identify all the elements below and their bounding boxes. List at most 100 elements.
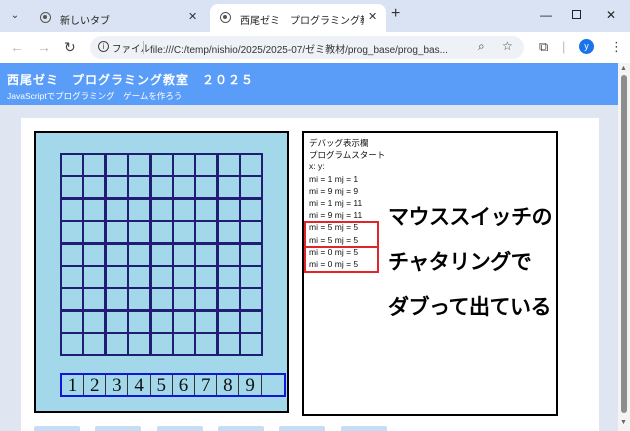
grid-cell[interactable] (149, 332, 174, 357)
grid-cell[interactable] (239, 287, 264, 312)
grid-cell[interactable] (60, 220, 84, 245)
grid-cell[interactable] (127, 332, 152, 357)
grid-cell[interactable] (194, 175, 219, 200)
number-button[interactable]: 4 (129, 375, 151, 396)
maximize-icon[interactable] (572, 10, 581, 19)
grid-cell[interactable] (149, 197, 174, 222)
grid-cell[interactable] (127, 309, 152, 334)
grid-cell[interactable] (82, 153, 107, 177)
grid-cell[interactable] (149, 309, 174, 334)
grid-cell[interactable] (194, 309, 219, 334)
bottom-button[interactable] (95, 426, 141, 431)
grid-cell[interactable] (60, 287, 84, 312)
game-canvas[interactable]: 123456789 (34, 131, 289, 413)
new-tab-button[interactable]: + (391, 5, 400, 23)
grid-cell[interactable] (60, 153, 84, 177)
address-bar[interactable]: i ファイル file:///C:/temp/nishio/2025/2025-… (90, 36, 524, 59)
number-button[interactable]: 7 (195, 375, 218, 396)
grid-cell[interactable] (127, 197, 152, 222)
close-icon[interactable]: ✕ (188, 10, 197, 23)
bottom-button[interactable] (34, 426, 80, 431)
number-button[interactable]: 8 (217, 375, 240, 396)
grid-cell[interactable] (149, 287, 174, 312)
profile-avatar[interactable]: y (579, 39, 594, 54)
scroll-thumb[interactable] (621, 75, 627, 413)
bottom-button[interactable] (279, 426, 325, 431)
grid-cell[interactable] (60, 332, 84, 357)
number-button[interactable]: 6 (173, 375, 195, 396)
grid-cell[interactable] (216, 153, 241, 177)
grid-cell[interactable] (194, 153, 219, 177)
grid-cell[interactable] (216, 332, 241, 357)
grid-cell[interactable] (149, 265, 174, 289)
grid-cell[interactable] (82, 332, 107, 357)
scroll-down-icon[interactable]: ▼ (620, 419, 627, 426)
grid-cell[interactable] (82, 265, 107, 289)
tab-active[interactable]: 西尾ゼミ プログラミング教室 ２ ✕ (210, 4, 386, 32)
close-window-icon[interactable]: ✕ (606, 8, 616, 22)
grid-cell[interactable] (216, 175, 241, 200)
grid-cell[interactable] (172, 332, 196, 357)
grid-cell[interactable] (127, 220, 152, 245)
grid-cell[interactable] (194, 265, 219, 289)
grid-cell[interactable] (172, 242, 196, 267)
grid-cell[interactable] (239, 242, 264, 267)
back-arrow-icon[interactable]: ← (10, 39, 24, 55)
grid-cell[interactable] (127, 287, 152, 312)
grid-cell[interactable] (60, 242, 84, 267)
grid-cell[interactable] (172, 265, 196, 289)
number-button[interactable]: 3 (106, 375, 129, 396)
grid-cell[interactable] (60, 309, 84, 334)
grid-cell[interactable] (216, 220, 241, 245)
reload-icon[interactable]: ↻ (64, 39, 76, 56)
zoom-icon[interactable]: ⌕ (478, 39, 485, 54)
grid-cell[interactable] (216, 197, 241, 222)
tab-search-button[interactable]: ⌄ (5, 6, 25, 26)
grid-cell[interactable] (216, 287, 241, 312)
close-icon[interactable]: ✕ (368, 10, 377, 23)
grid-cell[interactable] (104, 265, 129, 289)
grid-cell[interactable] (104, 153, 129, 177)
grid-cell[interactable] (82, 175, 107, 200)
grid-cell[interactable] (104, 242, 129, 267)
url-text[interactable]: file:///C:/temp/nishio/2025/2025-07/ゼミ教材… (150, 41, 470, 56)
grid-cell[interactable] (216, 265, 241, 289)
grid-cell[interactable] (149, 220, 174, 245)
grid-cell[interactable] (172, 287, 196, 312)
grid-cell[interactable] (239, 309, 264, 334)
bottom-button[interactable] (218, 426, 264, 431)
grid-cell[interactable] (82, 220, 107, 245)
grid-cell[interactable] (239, 197, 264, 222)
grid-cell[interactable] (60, 265, 84, 289)
grid-cell[interactable] (194, 332, 219, 357)
grid-cell[interactable] (194, 220, 219, 245)
grid-cell[interactable] (194, 287, 219, 312)
grid-cell[interactable] (82, 242, 107, 267)
grid-cell[interactable] (172, 197, 196, 222)
grid-cell[interactable] (239, 153, 264, 177)
number-button[interactable]: 9 (240, 375, 262, 396)
grid-cell[interactable] (172, 153, 196, 177)
grid-cell[interactable] (104, 309, 129, 334)
tab-new-tab[interactable]: 新しいタブ ✕ (30, 4, 206, 32)
grid-cell[interactable] (60, 175, 84, 200)
info-icon[interactable]: i (98, 41, 109, 52)
grid-cell[interactable] (104, 197, 129, 222)
grid-cell[interactable] (172, 175, 196, 200)
scroll-up-icon[interactable]: ▲ (620, 65, 627, 72)
grid-cell[interactable] (104, 332, 129, 357)
grid-cell[interactable] (127, 242, 152, 267)
extensions-icon[interactable]: ⧉ (539, 39, 548, 55)
minimize-icon[interactable]: — (540, 8, 552, 22)
grid-cell[interactable] (127, 175, 152, 200)
grid-cell[interactable] (216, 309, 241, 334)
grid-cell[interactable] (149, 175, 174, 200)
grid-cell[interactable] (239, 220, 264, 245)
grid-cell[interactable] (239, 332, 264, 357)
grid-cell[interactable] (149, 242, 174, 267)
forward-arrow-icon[interactable]: → (37, 39, 51, 55)
menu-icon[interactable]: ⋮ (610, 39, 623, 55)
grid-cell[interactable] (127, 153, 152, 177)
grid-cell[interactable] (82, 309, 107, 334)
page-scrollbar[interactable]: ▲ ▼ (618, 63, 630, 431)
